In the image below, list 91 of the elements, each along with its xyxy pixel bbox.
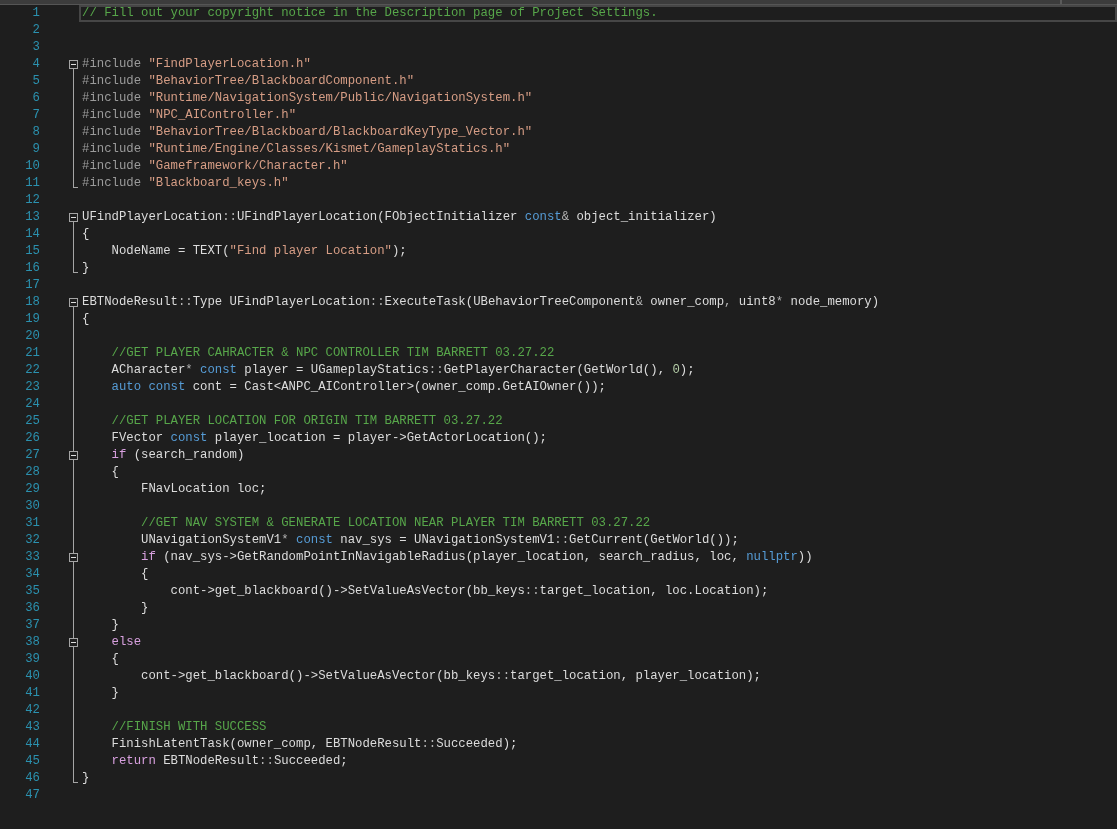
line-number: 28 — [25, 464, 40, 482]
line-number: 25 — [25, 413, 40, 431]
code-line: //GET PLAYER LOCATION FOR ORIGIN TIM BARRETT 03.27.22 — [110, 413, 503, 431]
line-number: 30 — [25, 498, 40, 516]
line-number: 31 — [25, 515, 40, 533]
code-line: if (nav_sys->GetRandomPointInNavigableRadius(player_location, search_radius, loc, nullptr)) — [140, 549, 813, 567]
line-number: 42 — [25, 702, 40, 720]
code-line: { — [110, 651, 119, 669]
code-line: NodeName = TEXT("Find player Location"); — [110, 243, 407, 261]
code-line: //FINISH WITH SUCCESS — [110, 719, 267, 737]
line-number: 27 — [25, 447, 40, 465]
code-line: { — [82, 226, 90, 244]
collapse-toggle-icon[interactable] — [69, 298, 78, 307]
collapse-toggle-icon[interactable] — [69, 451, 78, 460]
line-number: 17 — [25, 277, 40, 295]
code-line: FinishLatentTask(owner_comp, EBTNodeResult::Succeeded); — [110, 736, 518, 754]
line-number: 8 — [32, 124, 40, 142]
line-number: 18 — [25, 294, 40, 312]
code-line: EBTNodeResult::Type UFindPlayerLocation::ExecuteTask(UBehaviorTreeComponent& owner_comp, uint8* node_memory) — [82, 294, 880, 312]
line-number: 9 — [32, 141, 40, 159]
code-line: { — [110, 464, 119, 482]
line-number: 24 — [25, 396, 40, 414]
code-line: //GET PLAYER CAHRACTER & NPC CONTROLLER TIM BARRETT 03.27.22 — [110, 345, 555, 363]
line-number: 6 — [32, 90, 40, 108]
collapse-toggle-icon[interactable] — [69, 213, 78, 222]
code-line: cont->get_blackboard()->SetValueAsVector(bb_keys::target_location, player_location); — [140, 668, 761, 686]
code-line: #include "Gameframework/Character.h" — [82, 158, 348, 176]
code-line: #include "BehaviorTree/Blackboard/BlackboardKeyType_Vector.h" — [82, 124, 533, 142]
line-number: 3 — [32, 39, 40, 57]
code-line: auto const cont = Cast<ANPC_AIController>(owner_comp.GetAIOwner()); — [110, 379, 606, 397]
line-number: 47 — [25, 787, 40, 805]
line-number: 15 — [25, 243, 40, 261]
line-number: 33 — [25, 549, 40, 567]
code-line: #include "NPC_AIController.h" — [82, 107, 296, 125]
line-number: 20 — [25, 328, 40, 346]
line-number: 10 — [25, 158, 40, 176]
code-line: #include "Runtime/NavigationSystem/Public/NavigationSystem.h" — [82, 90, 533, 108]
code-line: #include "FindPlayerLocation.h" — [82, 56, 311, 74]
code-line: FVector const player_location = player->GetActorLocation(); — [110, 430, 547, 448]
line-number: 26 — [25, 430, 40, 448]
line-number: 38 — [25, 634, 40, 652]
line-number: 45 — [25, 753, 40, 771]
line-number: 21 — [25, 345, 40, 363]
code-line: else — [110, 634, 142, 652]
code-line: } — [140, 600, 149, 618]
code-line: if (search_random) — [110, 447, 245, 465]
line-number: 36 — [25, 600, 40, 618]
code-line: } — [110, 685, 119, 703]
code-line: } — [110, 617, 119, 635]
line-number: 40 — [25, 668, 40, 686]
code-line: FNavLocation loc; — [140, 481, 267, 499]
line-number: 43 — [25, 719, 40, 737]
line-number: 22 — [25, 362, 40, 380]
collapse-toggle-icon[interactable] — [69, 60, 78, 69]
code-line: { — [140, 566, 149, 584]
line-number: 2 — [32, 22, 40, 40]
code-line: ACharacter* const player = UGameplayStatics::GetPlayerCharacter(GetWorld(), 0); — [110, 362, 695, 380]
code-line: UFindPlayerLocation::UFindPlayerLocation(FObjectInitializer const& object_initializer) — [82, 209, 717, 227]
line-number: 46 — [25, 770, 40, 788]
line-number: 35 — [25, 583, 40, 601]
line-number: 37 — [25, 617, 40, 635]
code-line: cont->get_blackboard()->SetValueAsVector(bb_keys::target_location, loc.Location); — [169, 583, 769, 601]
line-number: 19 — [25, 311, 40, 329]
code-line: #include "Blackboard_keys.h" — [82, 175, 289, 193]
line-number: 39 — [25, 651, 40, 669]
collapse-toggle-icon[interactable] — [69, 553, 78, 562]
line-number: 41 — [25, 685, 40, 703]
line-number: 23 — [25, 379, 40, 397]
line-number: 14 — [25, 226, 40, 244]
line-number: 34 — [25, 566, 40, 584]
code-line: #include "Runtime/Engine/Classes/Kismet/GameplayStatics.h" — [82, 141, 510, 159]
collapse-toggle-icon[interactable] — [69, 638, 78, 647]
code-line: UNavigationSystemV1* const nav_sys = UNavigationSystemV1::GetCurrent(GetWorld()); — [140, 532, 739, 550]
code-line: #include "BehaviorTree/BlackboardComponent.h" — [82, 73, 415, 91]
line-number: 16 — [25, 260, 40, 278]
line-number: 1 — [32, 5, 40, 23]
line-number: 11 — [25, 175, 40, 193]
line-number: 12 — [25, 192, 40, 210]
line-number: 5 — [32, 73, 40, 91]
code-line: } — [82, 260, 90, 278]
line-number: 32 — [25, 532, 40, 550]
line-number: 13 — [25, 209, 40, 227]
code-line: //GET NAV SYSTEM & GENERATE LOCATION NEAR PLAYER TIM BARRETT 03.27.22 — [140, 515, 651, 533]
line-number: 4 — [32, 56, 40, 74]
line-number: 7 — [32, 107, 40, 125]
code-line: return EBTNodeResult::Succeeded; — [110, 753, 348, 771]
code-line: { — [82, 311, 90, 329]
line-number: 44 — [25, 736, 40, 754]
line-number: 29 — [25, 481, 40, 499]
code-line: } — [82, 770, 90, 788]
code-line: // Fill out your copyright notice in the Description page of Project Settings. — [82, 5, 658, 23]
